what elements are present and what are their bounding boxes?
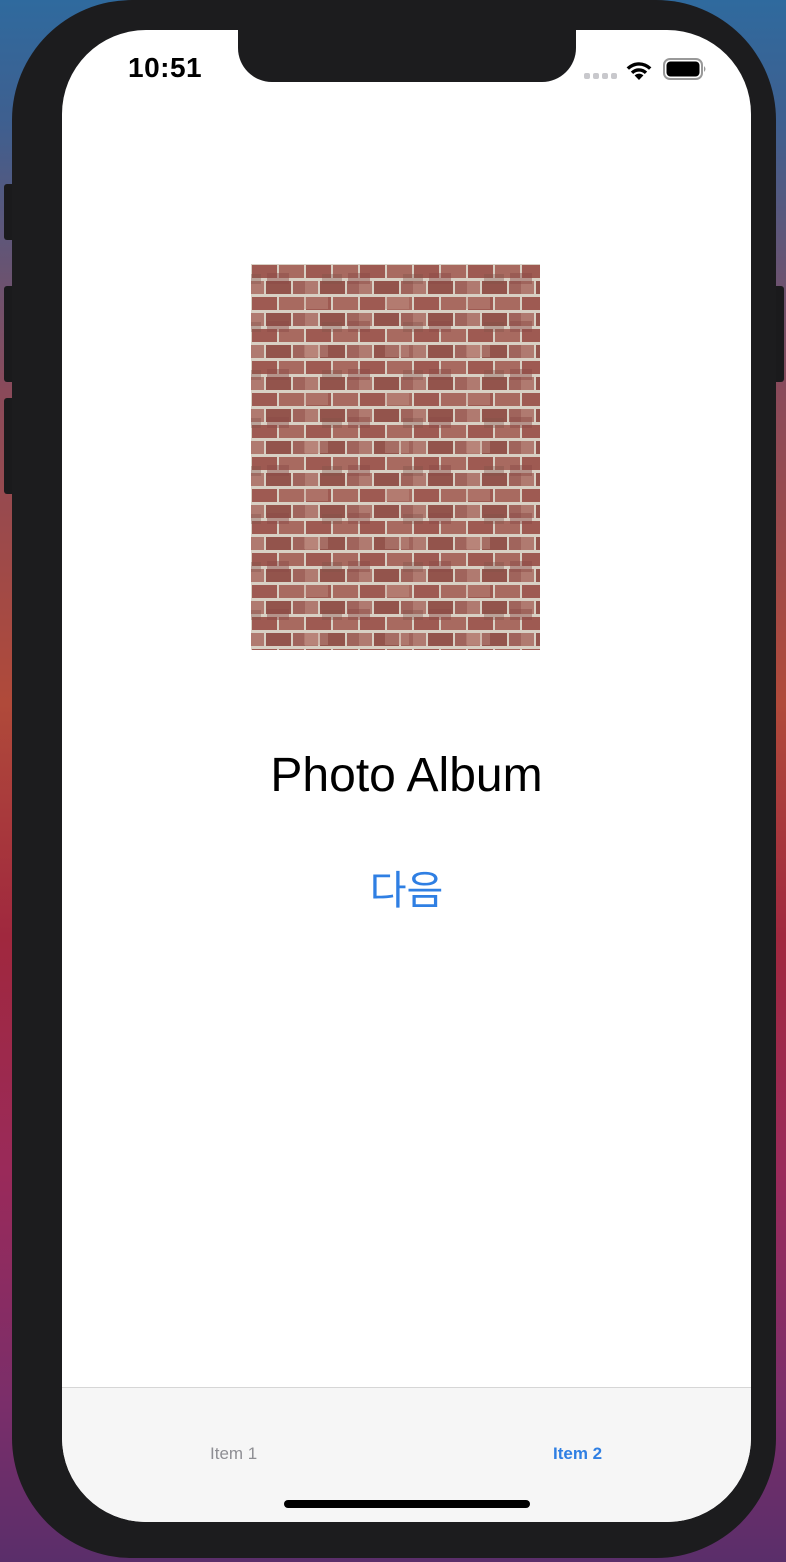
tab-item-2[interactable]: Item 2 [553,1444,602,1464]
wifi-icon [626,62,652,80]
next-button[interactable]: 다음 [62,858,751,916]
battery-icon [663,58,706,80]
cellular-signal-icon [584,73,617,79]
tab-item-1[interactable]: Item 1 [210,1444,257,1464]
phone-frame: 10:51 Photo Album 다음 Item 1 Item 2 [12,0,776,1558]
page-title: Photo Album [270,749,543,802]
home-indicator[interactable] [284,1500,530,1508]
notch [238,30,576,82]
screen: 10:51 Photo Album 다음 Item 1 Item 2 [62,30,751,1522]
brick-wall-photo [251,264,540,650]
status-time: 10:51 [128,52,203,83]
